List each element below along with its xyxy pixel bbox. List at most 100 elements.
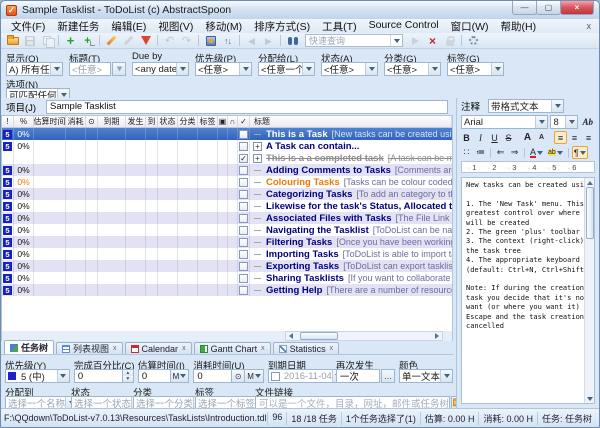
tab-task-tree[interactable]: 任务树 bbox=[4, 340, 54, 354]
scroll-right-icon[interactable] bbox=[432, 332, 442, 340]
task-row[interactable]: 50%Sharing Tasklists[If you want to coll… bbox=[2, 272, 452, 284]
chevron-down-icon[interactable] bbox=[565, 116, 577, 128]
menubar-close-icon[interactable]: x bbox=[587, 21, 596, 31]
task-row[interactable]: 50%Getting Help[There are a number of re… bbox=[2, 284, 452, 296]
task-title-cell[interactable]: Colouring Tasks[Tasks can be colour code… bbox=[250, 177, 452, 188]
task-row[interactable]: 50%Likewise for the task's Status, Alloc… bbox=[2, 200, 452, 212]
task-title-cell[interactable]: Exporting Tasks[ToDoList can export task… bbox=[250, 261, 452, 272]
strikethrough-button[interactable]: S bbox=[502, 131, 515, 144]
chevron-down-icon[interactable] bbox=[535, 116, 547, 128]
task-title-cell[interactable]: Getting Help[There are a number of resou… bbox=[250, 285, 452, 296]
close-button[interactable]: × bbox=[560, 1, 594, 15]
task-row[interactable]: 50%Colouring Tasks[Tasks can be colour c… bbox=[2, 176, 452, 188]
underline-button[interactable]: U bbox=[488, 131, 501, 144]
task-row[interactable]: 50%This is a Task[New tasks can be creat… bbox=[2, 128, 452, 140]
task-checkbox[interactable] bbox=[239, 226, 248, 235]
priority-combo[interactable]: 5 (中) bbox=[5, 369, 70, 383]
column-header-分类[interactable]: 分类 bbox=[178, 116, 198, 127]
menu-item[interactable]: Source Control bbox=[363, 19, 445, 34]
quick-search-input[interactable]: 快速查询 bbox=[305, 34, 403, 47]
task-row[interactable]: 50%Adding Comments to Tasks[Comments are… bbox=[2, 164, 452, 176]
tab-close-icon[interactable]: x bbox=[330, 345, 334, 352]
check-icon[interactable]: ✓ bbox=[238, 116, 250, 127]
task-title-cell[interactable]: Categorizing Tasks[To add an category to… bbox=[250, 189, 452, 200]
find-tasks-button[interactable] bbox=[284, 34, 301, 48]
align-right-button[interactable]: ≡ bbox=[582, 131, 595, 144]
tab-gantt-chart[interactable]: Gantt Chartx bbox=[194, 342, 271, 354]
chevron-down-icon[interactable] bbox=[428, 63, 440, 75]
column-header-消耗[interactable]: 消耗 bbox=[66, 116, 86, 127]
minimize-button[interactable]: — bbox=[512, 1, 537, 15]
task-checkbox[interactable] bbox=[239, 202, 248, 211]
column-header-估算时间[interactable]: 估算时间 bbox=[34, 116, 66, 127]
highlight-button[interactable]: ab bbox=[546, 146, 565, 159]
menu-item[interactable]: 文件(F) bbox=[5, 19, 51, 34]
task-title-cell[interactable]: Importing Tasks[ToDoList is able to impo… bbox=[250, 249, 452, 260]
menu-item[interactable]: 帮助(H) bbox=[495, 19, 543, 34]
expand-icon[interactable]: + bbox=[253, 154, 262, 163]
column-header-%[interactable]: % bbox=[14, 116, 34, 127]
font-dialog-button[interactable]: Ab bbox=[580, 116, 595, 129]
task-checkbox[interactable] bbox=[239, 142, 248, 151]
menu-item[interactable]: 编辑(E) bbox=[105, 19, 152, 34]
column-header-![interactable]: ! bbox=[2, 116, 14, 127]
task-checkbox[interactable] bbox=[239, 262, 248, 271]
shrink-font-button[interactable]: A bbox=[535, 131, 548, 144]
task-checkbox[interactable] bbox=[239, 166, 248, 175]
scroll-left-icon[interactable] bbox=[286, 332, 296, 340]
menu-item[interactable]: 移动(M) bbox=[199, 19, 248, 34]
task-checkbox[interactable] bbox=[239, 286, 248, 295]
column-header-到[interactable]: 到 bbox=[146, 116, 158, 127]
filter-combo-category[interactable]: <任意> bbox=[384, 62, 441, 76]
task-checkbox[interactable] bbox=[239, 190, 248, 199]
comments-format-combo[interactable]: 带格式文本 bbox=[488, 99, 564, 113]
task-row[interactable]: ✓+This is a a completed task[A task can … bbox=[2, 152, 452, 164]
comments-text-area[interactable]: New tasks can be created using: 1. The '… bbox=[461, 177, 595, 404]
column-header-到期[interactable]: 到期 bbox=[98, 116, 126, 127]
hscroll-thumb[interactable] bbox=[300, 332, 338, 340]
due-date-picker[interactable]: 2016-11-04 bbox=[268, 369, 345, 383]
maximize-button[interactable]: ▢ bbox=[536, 1, 561, 15]
filter-combo-tags[interactable]: <任意> bbox=[447, 62, 504, 76]
task-row[interactable]: 50%Exporting Tasks[ToDoList can export t… bbox=[2, 260, 452, 272]
scroll-down-icon[interactable] bbox=[585, 394, 594, 403]
filter-combo-status[interactable]: <任意> bbox=[321, 62, 378, 76]
clock-icon[interactable]: ⊙ bbox=[232, 369, 245, 383]
chevron-down-icon[interactable] bbox=[390, 35, 402, 46]
bullet-list-button[interactable]: ∷ bbox=[460, 146, 473, 159]
font-color-button[interactable]: A bbox=[528, 146, 545, 159]
tab-calendar[interactable]: Calendarx bbox=[125, 342, 192, 354]
vertical-scrollbar[interactable] bbox=[584, 178, 594, 403]
task-row[interactable]: 50%Categorizing Tasks[To add an category… bbox=[2, 188, 452, 200]
recurrence-options-button[interactable]: … bbox=[381, 369, 395, 383]
clock-icon[interactable]: ⊙ bbox=[86, 116, 98, 127]
menu-item[interactable]: 工具(T) bbox=[316, 19, 362, 34]
menu-item[interactable]: 窗口(W) bbox=[445, 19, 495, 34]
task-title-cell[interactable]: This is a Task[New tasks can be created … bbox=[250, 129, 452, 140]
menu-item[interactable]: 排序方式(S) bbox=[248, 19, 316, 34]
color-combo[interactable]: 单一文本 bbox=[399, 369, 453, 383]
task-row[interactable]: 50%Navigating the Tasklist[ToDoList can … bbox=[2, 224, 452, 236]
column-header-标签[interactable]: 标签 bbox=[198, 116, 218, 127]
task-checkbox[interactable] bbox=[239, 274, 248, 283]
font-name-combo[interactable]: Arial bbox=[461, 115, 548, 129]
task-title-cell[interactable]: Adding Comments to Tasks[Comments are en… bbox=[250, 165, 452, 176]
tab-statistics[interactable]: Statisticsx bbox=[273, 342, 340, 354]
expand-icon[interactable]: + bbox=[253, 142, 262, 151]
task-checkbox[interactable] bbox=[239, 214, 248, 223]
align-center-button[interactable]: ≡ bbox=[568, 131, 581, 144]
task-row[interactable]: 50%Associated Files with Tasks[The File … bbox=[2, 212, 452, 224]
task-title-cell[interactable]: Filtering Tasks[Once you have been worki… bbox=[250, 237, 452, 248]
indent-button[interactable]: ⇒ bbox=[508, 146, 521, 159]
italic-button[interactable]: I bbox=[474, 131, 487, 144]
column-header-标题[interactable]: 标题 bbox=[250, 116, 452, 127]
spinner[interactable]: ▲▼ bbox=[123, 369, 134, 383]
horizontal-scrollbar[interactable] bbox=[1, 331, 453, 341]
filter-combo-due-by[interactable]: <any date> bbox=[132, 62, 189, 76]
task-checkbox[interactable]: ✓ bbox=[239, 154, 248, 163]
task-title-cell[interactable]: Navigating the Tasklist[ToDoList can be … bbox=[250, 225, 452, 236]
grow-font-button[interactable]: A bbox=[521, 131, 534, 144]
percent-input[interactable]: 0 bbox=[74, 369, 123, 383]
scroll-up-icon[interactable] bbox=[585, 178, 594, 187]
filter-title-options-button[interactable] bbox=[112, 62, 126, 76]
